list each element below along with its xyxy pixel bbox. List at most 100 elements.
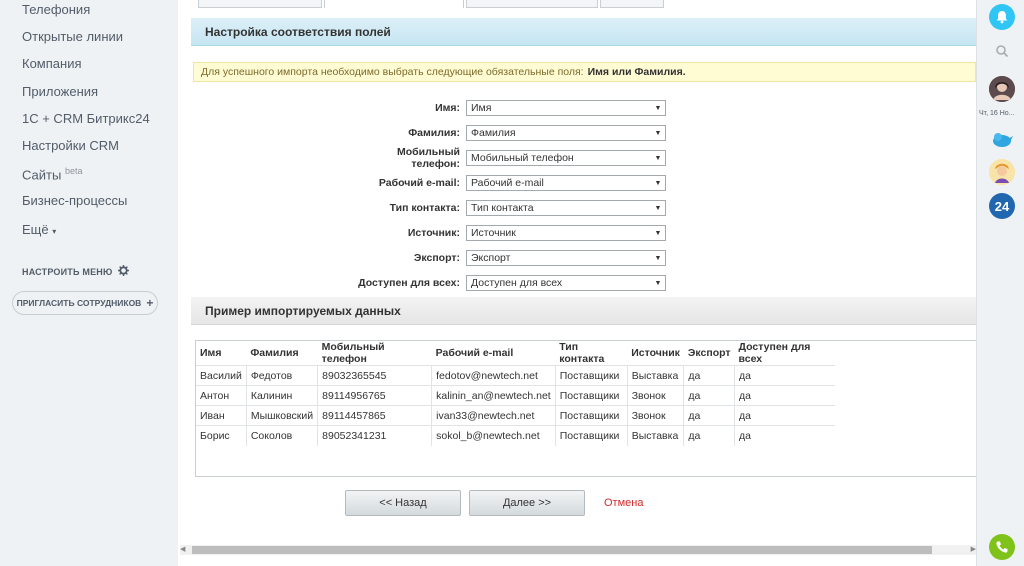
invite-employees-button[interactable]: ПРИГЛАСИТЬ СОТРУДНИКОВ + [12,291,158,315]
preview-section-title: Пример импортируемых данных [191,297,976,325]
select-value: Фамилия [471,127,516,139]
sidebar-item-applications[interactable]: Приложения [22,84,98,99]
plus-icon: + [146,296,154,310]
select-value: Доступен для всех [471,277,563,289]
select-value: Рабочий e-mail [471,177,544,189]
field-select[interactable]: Имя ▼ [466,100,666,116]
field-select[interactable]: Экспорт ▼ [466,250,666,266]
phone-icon[interactable] [989,534,1015,560]
bitrix24-icon[interactable]: 24 [989,193,1015,219]
table-cell: Мышковский [246,405,319,426]
next-button[interactable]: Далее >> [469,490,585,516]
dropdown-arrow-icon: ▼ [654,129,662,137]
beta-badge: beta [64,166,83,176]
notice-required-fields: Имя или Фамилия. [587,66,686,78]
table-cell: да [683,425,736,446]
field-select[interactable]: Источник ▼ [466,225,666,241]
field-label: Мобильный телефон: [397,146,460,170]
table-row: Антон Калинин 89114956765 kalinin_an@new… [196,385,835,406]
field-row-mobile-phone: Мобильный телефон: Мобильный телефон ▼ [358,146,678,170]
field-label: Тип контакта: [389,202,460,214]
field-label: Рабочий e-mail: [378,177,460,189]
required-fields-notice: Для успешного импорта необходимо выбрать… [193,62,976,82]
table-cell: Звонок [627,385,685,406]
sidebar-item-business-processes[interactable]: Бизнес-процессы [22,193,127,208]
table-cell: 89114956765 [317,385,433,406]
field-label: Источник: [407,227,460,239]
table-cell: да [734,405,835,426]
field-select[interactable]: Доступен для всех ▼ [466,275,666,291]
table-cell: 89032365545 [317,365,433,386]
column-header: Имя [200,347,222,359]
setup-menu-button[interactable]: НАСТРОИТЬ МЕНЮ [22,265,130,278]
tab-3[interactable] [466,0,598,8]
table-row: Борис Соколов 89052341231 sokol_b@newtec… [196,425,835,446]
field-select[interactable]: Мобильный телефон ▼ [466,150,666,166]
field-select[interactable]: Фамилия ▼ [466,125,666,141]
sidebar-item-label: Сайты [22,167,62,183]
dropdown-arrow-icon: ▼ [654,254,662,262]
sidebar-item-1c-crm[interactable]: 1С + CRM Битрикс24 [22,111,150,126]
left-sidebar: Телефония Открытые линии Компания Прилож… [0,0,178,566]
bird-icon[interactable] [989,126,1015,152]
column-header: Мобильный телефон [321,341,385,365]
table-cell: Выставка [627,365,685,386]
select-value: Источник [471,227,516,239]
table-header-row: Имя Фамилия Мобильный телефон Рабочий e-… [196,341,835,366]
tab-strip [198,0,978,8]
assistant-avatar[interactable] [989,159,1015,185]
sidebar-item-company[interactable]: Компания [22,56,82,71]
select-value: Мобильный телефон [471,152,574,164]
field-select[interactable]: Тип контакта ▼ [466,200,666,216]
table-cell: да [683,365,736,386]
dropdown-arrow-icon: ▼ [654,104,662,112]
table-cell: Антон [196,385,247,406]
mapping-section-title: Настройка соответствия полей [191,18,976,46]
dropdown-arrow-icon: ▼ [654,179,662,187]
table-cell: Звонок [627,405,685,426]
scroll-left-icon[interactable]: ◀ [180,545,185,553]
bell-icon[interactable] [989,4,1015,30]
column-header: Тип контакта [559,341,605,365]
table-cell: Калинин [246,385,319,406]
field-select[interactable]: Рабочий e-mail ▼ [466,175,666,191]
sidebar-item-open-lines[interactable]: Открытые линии [22,29,123,44]
table-cell: fedotov@newtech.net [431,365,556,386]
table-cell: 89052341231 [317,425,433,446]
tab-1[interactable] [198,0,322,8]
select-value: Тип контакта [471,202,534,214]
table-cell: да [683,405,736,426]
horizontal-scrollbar[interactable]: ◀ ▶ [180,545,976,555]
dropdown-arrow-icon: ▼ [654,279,662,287]
chevron-down-icon: ▾ [52,227,57,236]
table-cell: Выставка [627,425,685,446]
table-cell: sokol_b@newtech.net [431,425,556,446]
table-cell: Поставщики [555,425,628,446]
field-row-work-email: Рабочий e-mail: Рабочий e-mail ▼ [358,175,678,191]
field-label: Имя: [435,102,460,114]
search-icon[interactable] [989,38,1015,64]
back-button[interactable]: << Назад [345,490,461,516]
sidebar-item-telephony[interactable]: Телефония [22,2,90,17]
table-cell: Поставщики [555,365,628,386]
table-cell: да [734,385,835,406]
table-cell: Федотов [246,365,319,386]
user-avatar[interactable] [989,76,1015,102]
dropdown-arrow-icon: ▼ [654,229,662,237]
preview-table: Имя Фамилия Мобильный телефон Рабочий e-… [196,341,835,446]
field-row-last-name: Фамилия: Фамилия ▼ [358,125,678,141]
sidebar-item-label: Ещё [22,222,49,237]
cancel-link[interactable]: Отмена [604,497,643,509]
tab-2[interactable] [324,0,464,8]
table-cell: Поставщики [555,385,628,406]
table-cell: kalinin_an@newtech.net [431,385,556,406]
sidebar-item-crm-settings[interactable]: Настройки CRM [22,138,119,153]
sidebar-item-sites[interactable]: Сайты beta [22,166,82,182]
sidebar-item-more[interactable]: Ещё ▾ [22,222,56,237]
import-panel: Настройка соответствия полей Для успешно… [178,0,976,566]
scrollbar-thumb[interactable] [192,546,932,554]
gear-icon [118,265,130,278]
tab-4[interactable] [600,0,664,8]
table-cell: Соколов [246,425,319,446]
table-cell: Василий [196,365,247,386]
